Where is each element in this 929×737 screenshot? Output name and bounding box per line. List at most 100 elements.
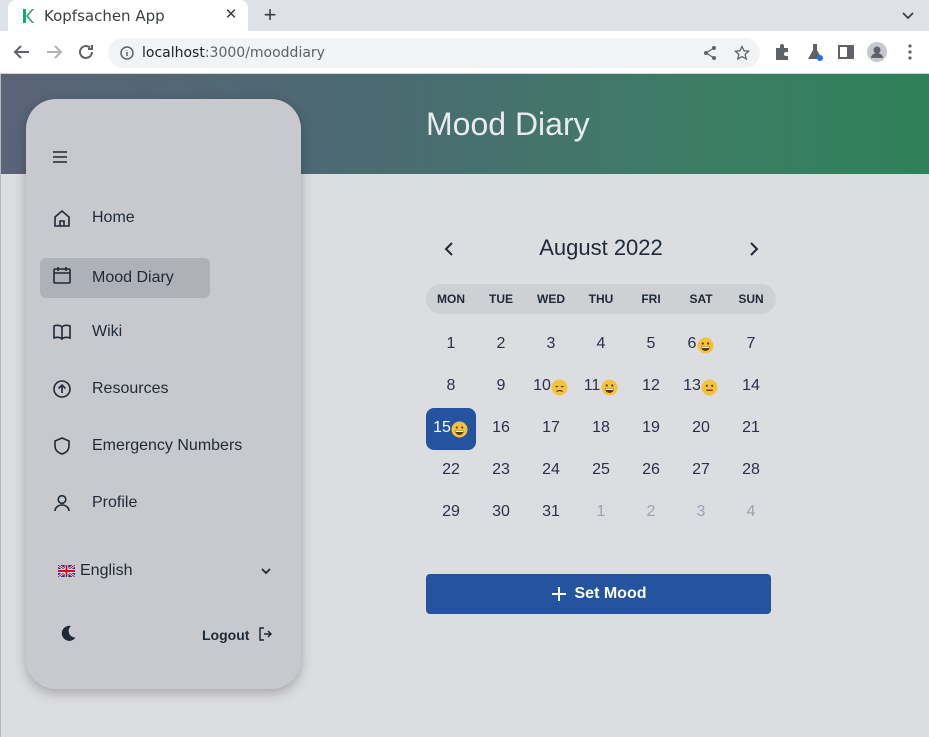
calendar-day[interactable]: 4 bbox=[726, 492, 776, 534]
next-month-chevron-icon[interactable] bbox=[746, 239, 762, 259]
calendar-day[interactable]: 16 bbox=[476, 408, 526, 450]
calendar-day-number: 17 bbox=[542, 419, 560, 436]
calendar-day[interactable]: 13 bbox=[676, 366, 726, 408]
calendar-day[interactable]: 24 bbox=[526, 450, 576, 492]
calendar-day[interactable]: 19 bbox=[626, 408, 676, 450]
weekday-header-row: MON TUE WED THU FRI SAT SUN bbox=[426, 284, 776, 314]
tab-title: Kopfsachen App bbox=[44, 6, 165, 25]
new-tab-button[interactable]: + bbox=[258, 4, 282, 28]
calendar-day-number: 14 bbox=[742, 377, 760, 394]
weekday-label: SAT bbox=[689, 292, 713, 306]
calendar-day-number: 26 bbox=[642, 461, 660, 478]
calendar-day-number: 13 bbox=[683, 377, 701, 394]
page-title: Mood Diary bbox=[426, 106, 590, 142]
address-bar[interactable]: localhost:3000/mooddiary bbox=[108, 38, 760, 68]
arrow-up-circle-icon bbox=[53, 380, 71, 398]
forward-icon[interactable] bbox=[43, 41, 65, 63]
chevron-down-icon bbox=[261, 568, 271, 575]
sidebar-item-profile[interactable]: Profile bbox=[40, 483, 210, 523]
calendar-day[interactable]: 17 bbox=[526, 408, 576, 450]
language-select[interactable]: English bbox=[58, 559, 273, 583]
calendar-day[interactable]: 11 bbox=[576, 366, 626, 408]
calendar-day[interactable]: 3 bbox=[676, 492, 726, 534]
grin-emoji-icon bbox=[697, 337, 714, 354]
calendar-day[interactable]: 9 bbox=[476, 366, 526, 408]
home-icon bbox=[54, 209, 70, 227]
calendar-day[interactable]: 28 bbox=[726, 450, 776, 492]
calendar-day[interactable]: 27 bbox=[676, 450, 726, 492]
set-mood-button[interactable]: Set Mood bbox=[426, 574, 771, 614]
tab-close-icon[interactable]: ✕ bbox=[222, 6, 240, 24]
calendar-day-number: 31 bbox=[542, 503, 560, 520]
sidebar: Home Mood Diary Wiki Resources Emergency… bbox=[26, 99, 301, 689]
site-info-icon[interactable] bbox=[120, 46, 134, 60]
share-icon[interactable] bbox=[702, 45, 718, 61]
sidebar-item-home[interactable]: Home bbox=[40, 198, 210, 238]
calendar-day[interactable]: 30 bbox=[476, 492, 526, 534]
extensions-icon[interactable] bbox=[772, 42, 792, 62]
calendar-day[interactable]: 3 bbox=[526, 324, 576, 366]
logout-button[interactable]: Logout bbox=[202, 627, 249, 643]
calendar-day[interactable]: 7 bbox=[726, 324, 776, 366]
calendar-day[interactable]: 2 bbox=[476, 324, 526, 366]
calendar-day-number: 22 bbox=[442, 461, 460, 478]
calendar-day[interactable]: 20 bbox=[676, 408, 726, 450]
calendar-month-title: August 2022 bbox=[539, 235, 663, 260]
sidebar-item-label: Home bbox=[92, 209, 135, 226]
back-icon[interactable] bbox=[11, 41, 33, 63]
bookmark-star-icon[interactable] bbox=[734, 45, 750, 61]
calendar-day-number: 15 bbox=[433, 419, 451, 436]
calendar-day-number: 25 bbox=[592, 461, 610, 478]
browser-menu-icon[interactable] bbox=[900, 42, 920, 62]
calendar-day[interactable]: 29 bbox=[426, 492, 476, 534]
calendar-day[interactable]: 25 bbox=[576, 450, 626, 492]
calendar-day[interactable]: 4 bbox=[576, 324, 626, 366]
hamburger-menu-icon[interactable] bbox=[52, 151, 68, 163]
sidebar-item-emergency-numbers[interactable]: Emergency Numbers bbox=[40, 426, 270, 466]
labs-flask-icon[interactable] bbox=[805, 42, 825, 62]
sidebar-item-label: Emergency Numbers bbox=[92, 437, 243, 454]
calendar-day[interactable]: 21 bbox=[726, 408, 776, 450]
calendar-day-number: 1 bbox=[446, 335, 456, 352]
calendar-day-number: 21 bbox=[742, 419, 760, 436]
calendar-day[interactable]: 5 bbox=[626, 324, 676, 366]
browser-toolbar: localhost:3000/mooddiary bbox=[0, 31, 929, 74]
calendar-day-number: 4 bbox=[746, 503, 756, 520]
calendar-day[interactable]: 2 bbox=[626, 492, 676, 534]
calendar-day-number: 6 bbox=[687, 335, 697, 352]
calendar-day-number: 10 bbox=[533, 377, 551, 394]
calendar-icon bbox=[53, 267, 71, 284]
calendar-day[interactable]: 26 bbox=[626, 450, 676, 492]
calendar-day[interactable]: 12 bbox=[626, 366, 676, 408]
logout-icon[interactable] bbox=[258, 627, 272, 641]
calendar-day[interactable]: 14 bbox=[726, 366, 776, 408]
calendar-day[interactable]: 10 bbox=[526, 366, 576, 408]
calendar-day[interactable]: 1 bbox=[576, 492, 626, 534]
profile-avatar-icon[interactable] bbox=[867, 42, 887, 62]
side-panel-icon[interactable] bbox=[836, 42, 856, 62]
calendar-day[interactable]: 1 bbox=[426, 324, 476, 366]
calendar-day[interactable]: 15 bbox=[426, 408, 476, 450]
browser-tab[interactable]: Kopfsachen App ✕ bbox=[8, 0, 248, 31]
calendar-day[interactable]: 18 bbox=[576, 408, 626, 450]
calendar-day[interactable]: 8 bbox=[426, 366, 476, 408]
grin-emoji-icon bbox=[451, 421, 468, 438]
calendar-day[interactable]: 22 bbox=[426, 450, 476, 492]
sidebar-item-label: Mood Diary bbox=[92, 269, 174, 286]
calendar-day-number: 2 bbox=[646, 503, 656, 520]
calendar-day[interactable]: 6 bbox=[676, 324, 726, 366]
sidebar-item-resources[interactable]: Resources bbox=[40, 369, 210, 409]
book-icon bbox=[53, 324, 71, 341]
calendar-day[interactable]: 31 bbox=[526, 492, 576, 534]
sidebar-item-wiki[interactable]: Wiki bbox=[40, 312, 210, 352]
language-label: English bbox=[80, 562, 133, 579]
calendar-day[interactable]: 23 bbox=[476, 450, 526, 492]
calendar-day-number: 9 bbox=[496, 377, 506, 394]
calendar-day-number: 1 bbox=[596, 503, 606, 520]
sidebar-item-mood-diary[interactable]: Mood Diary bbox=[40, 258, 210, 298]
user-icon bbox=[54, 494, 70, 512]
calendar-day-number: 5 bbox=[646, 335, 656, 352]
dark-mode-moon-icon[interactable] bbox=[59, 624, 77, 642]
tab-search-chevron-icon[interactable] bbox=[899, 6, 917, 24]
reload-icon[interactable] bbox=[75, 41, 97, 63]
